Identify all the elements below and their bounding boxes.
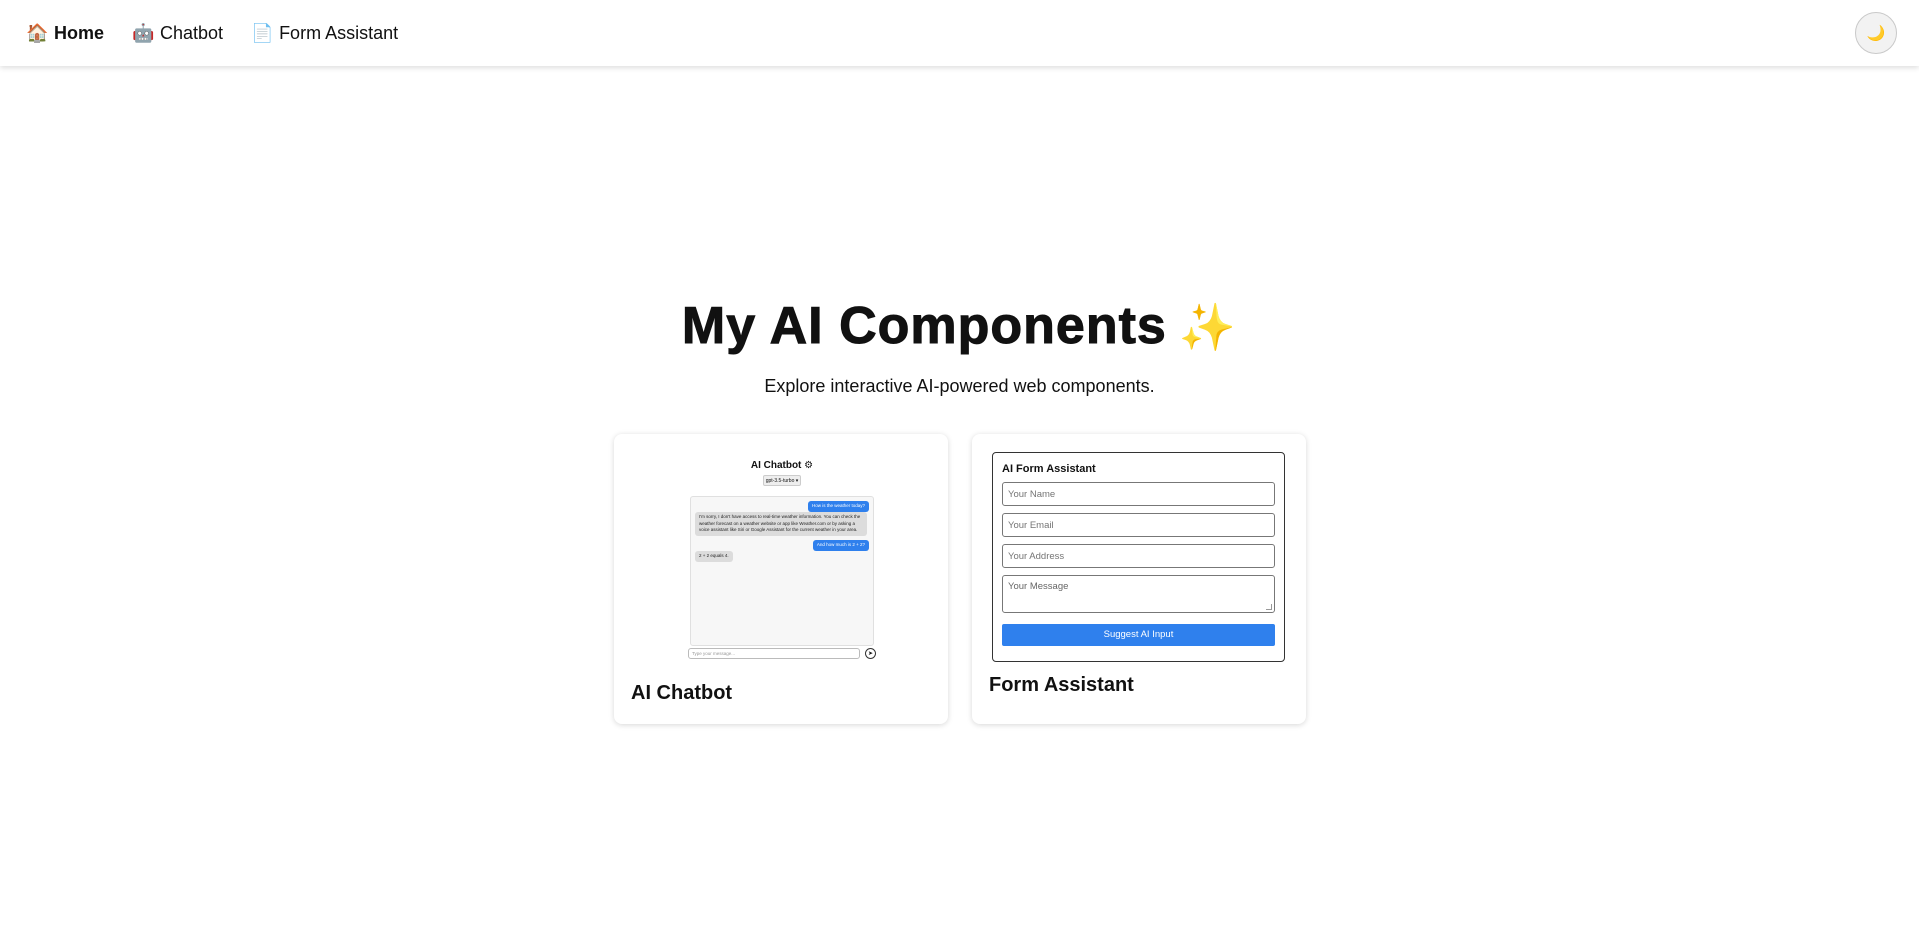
message-field[interactable]: Your Message (1002, 575, 1275, 613)
name-field[interactable] (1002, 482, 1275, 506)
house-icon: 🏠 (26, 22, 49, 44)
suggest-ai-input-button[interactable]: Suggest AI Input (1002, 624, 1275, 646)
form-assistant-card[interactable]: AI Form Assistant Your Message Suggest A… (972, 434, 1306, 724)
form-assistant-heading: AI Form Assistant (1002, 463, 1096, 475)
page-title-text: My AI Components (681, 297, 1167, 356)
theme-toggle-button[interactable]: 🌙 (1855, 12, 1897, 54)
email-field[interactable] (1002, 513, 1275, 537)
chat-message-user: How is the weather today? (807, 501, 869, 512)
send-icon: ➤ (865, 648, 876, 659)
address-field[interactable] (1002, 544, 1275, 568)
chatbot-preview-header: AI Chatbot ⚙ (688, 460, 876, 471)
nav-item-home[interactable]: 🏠 Home (26, 23, 104, 44)
nav-item-form-assistant-label: Form Assistant (279, 22, 399, 43)
chat-message-bot: I'm sorry, I don't have access to real-t… (695, 512, 867, 536)
nav-item-chatbot-label: Chatbot (160, 22, 224, 43)
form-assistant-preview: AI Form Assistant Your Message Suggest A… (992, 452, 1285, 662)
nav-item-chatbot[interactable]: 🤖 Chatbot (132, 23, 223, 44)
form-assistant-card-title: Form Assistant (989, 674, 1134, 696)
robot-icon: 🤖 (132, 22, 155, 44)
chatbot-card[interactable]: AI Chatbot ⚙ gpt-3.5-turbo ▾ How is the … (614, 434, 948, 724)
chat-input-row: Type your message... ➤ (688, 648, 876, 660)
moon-icon: 🌙 (1866, 24, 1886, 42)
sparkles-icon: ✨ (1178, 300, 1238, 354)
nav-item-home-label: Home (54, 22, 105, 43)
top-navbar: 🏠 Home 🤖 Chatbot 📄 Form Assistant 🌙 (0, 0, 1919, 66)
model-select: gpt-3.5-turbo ▾ (763, 475, 801, 486)
nav-item-form-assistant[interactable]: 📄 Form Assistant (251, 23, 398, 44)
chat-input: Type your message... (688, 648, 860, 659)
chatbot-preview-image: AI Chatbot ⚙ gpt-3.5-turbo ▾ How is the … (688, 456, 876, 660)
chat-message-user: And how much is 2 + 2? (812, 540, 869, 551)
chat-window: How is the weather today? I'm sorry, I d… (690, 496, 874, 646)
document-icon: 📄 (251, 22, 274, 44)
chat-message-bot: 2 + 2 equals 4. (695, 551, 733, 562)
chatbot-preview-title: AI Chatbot (750, 460, 802, 471)
gear-icon: ⚙ (804, 460, 814, 471)
page-title: My AI Components ✨ (0, 296, 1919, 356)
chatbot-card-title: AI Chatbot (631, 682, 733, 704)
page-subtitle: Explore interactive AI-powered web compo… (764, 376, 1155, 396)
